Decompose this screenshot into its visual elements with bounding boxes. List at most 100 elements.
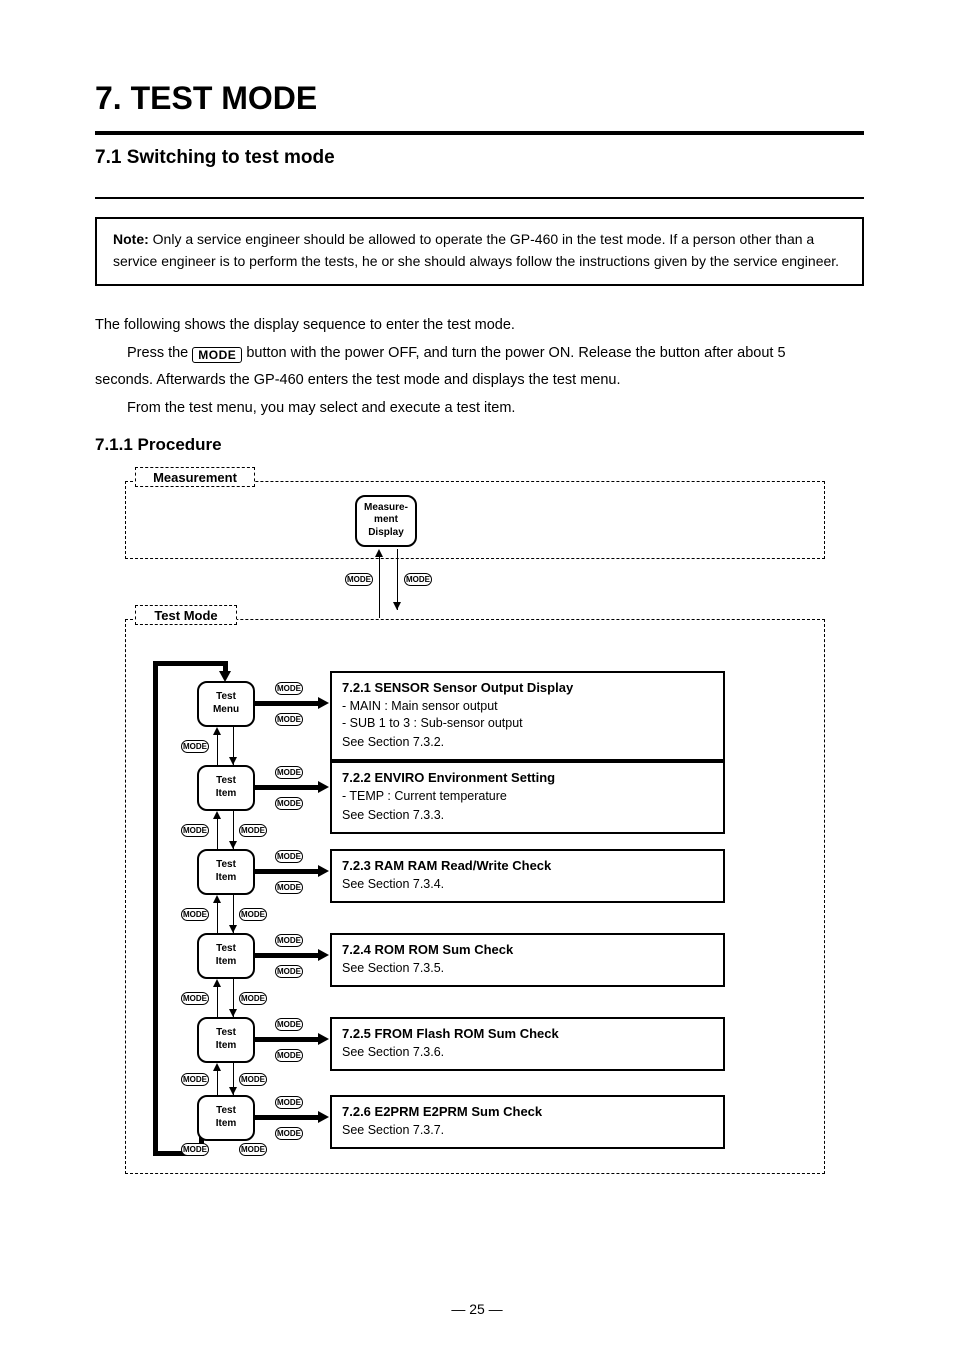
pill-mode: MODE xyxy=(181,908,209,921)
note-label: Note: xyxy=(113,231,149,247)
desc-0-note: See Section 7.3.2. xyxy=(342,734,713,751)
arrow-to-desc-0 xyxy=(255,701,320,706)
pill-mode: MODE xyxy=(275,965,303,978)
arrowhead-right-icon xyxy=(318,865,329,877)
arrowhead-down-icon xyxy=(229,925,237,933)
pill-mode: MODE xyxy=(404,573,432,586)
disp-4-l0: Test xyxy=(216,1027,236,1040)
disp-3-l1: Item xyxy=(216,956,237,969)
arrowhead-right-icon xyxy=(318,1033,329,1045)
arrowhead-up-icon xyxy=(213,979,221,987)
pill-mode: MODE xyxy=(275,881,303,894)
disp-1-l0: Test xyxy=(216,775,236,788)
desc-3: 7.2.4 ROM ROM Sum Check See Section 7.3.… xyxy=(330,933,725,987)
arrowhead-up-icon xyxy=(213,895,221,903)
disp-item-0: Test Menu xyxy=(197,681,255,727)
arrowhead-up-icon xyxy=(213,727,221,735)
arrow-to-desc-5 xyxy=(255,1115,320,1120)
pill-mode: MODE xyxy=(181,992,209,1005)
disp-4-l1: Item xyxy=(216,1040,237,1053)
arrowhead-up-icon xyxy=(213,811,221,819)
disp-meas-2: Display xyxy=(368,527,404,540)
desc-3-note: See Section 7.3.5. xyxy=(342,960,713,977)
arrow-to-desc-3 xyxy=(255,953,320,958)
desc-1-note: See Section 7.3.3. xyxy=(342,807,713,824)
arrowhead-down-icon xyxy=(393,602,401,610)
pill-mode: MODE xyxy=(275,934,303,947)
tab-measurement: Measurement xyxy=(135,467,255,487)
disp-1-l1: Item xyxy=(216,788,237,801)
group-measurement xyxy=(125,481,825,559)
mode-button-icon: MODE xyxy=(192,347,242,363)
arrow-meas-to-test-down xyxy=(397,549,398,610)
arrowhead-down-icon xyxy=(219,671,231,682)
pill-mode: MODE xyxy=(275,713,303,726)
intro-line-1: The following shows the display sequence… xyxy=(95,312,864,340)
intro-2a: Press the xyxy=(127,345,192,361)
arrowhead-up-icon xyxy=(213,1063,221,1071)
disp-0-l1: Menu xyxy=(213,704,239,717)
diagram: Measurement Measure- ment Display MODE M… xyxy=(95,463,830,1183)
arrow-to-desc-2 xyxy=(255,869,320,874)
tab-test: Test Mode xyxy=(135,605,237,625)
desc-1: 7.2.2 ENVIRO Environment Setting - TEMP … xyxy=(330,761,725,834)
pill-mode: MODE xyxy=(345,573,373,586)
pill-mode: MODE xyxy=(181,1073,209,1086)
rule-thick xyxy=(95,131,864,135)
note-body: Only a service engineer should be allowe… xyxy=(113,231,839,269)
desc-4-note: See Section 7.3.6. xyxy=(342,1044,713,1061)
pill-mode: MODE xyxy=(275,766,303,779)
desc-0: 7.2.1 SENSOR Sensor Output Display - MAI… xyxy=(330,671,725,761)
disp-item-1: Test Item xyxy=(197,765,255,811)
pill-mode: MODE xyxy=(275,797,303,810)
pill-mode: MODE xyxy=(275,1049,303,1062)
desc-2-title: 7.2.3 RAM RAM Read/Write Check xyxy=(342,857,713,875)
arrow-to-desc-4 xyxy=(255,1037,320,1042)
arrow-to-desc-1 xyxy=(255,785,320,790)
disp-measurement: Measure- ment Display xyxy=(355,495,417,547)
pill-mode: MODE xyxy=(239,992,267,1005)
desc-5-title: 7.2.6 E2PRM E2PRM Sum Check xyxy=(342,1103,713,1121)
diagram-caption: 7.1.1 Procedure xyxy=(95,435,864,455)
arrowhead-down-icon xyxy=(229,1087,237,1095)
pill-mode: MODE xyxy=(181,824,209,837)
desc-0-row0: - MAIN : Main sensor output xyxy=(342,698,713,715)
note-box: Note: Only a service engineer should be … xyxy=(95,217,864,286)
pill-mode: MODE xyxy=(181,740,209,753)
disp-meas-0: Measure- xyxy=(364,502,408,515)
pill-mode: MODE xyxy=(239,824,267,837)
desc-4: 7.2.5 FROM Flash ROM Sum Check See Secti… xyxy=(330,1017,725,1071)
disp-item-5: Test Item xyxy=(197,1095,255,1141)
rule-thin xyxy=(95,197,864,199)
arrowhead-down-icon xyxy=(229,1009,237,1017)
desc-3-title: 7.2.4 ROM ROM Sum Check xyxy=(342,941,713,959)
intro-2c: button with the power OFF, and turn the … xyxy=(246,345,785,361)
pill-mode: MODE xyxy=(275,1127,303,1140)
intro-line-4: From the test menu, you may select and e… xyxy=(95,395,864,423)
desc-1-title: 7.2.2 ENVIRO Environment Setting xyxy=(342,769,713,787)
arrow-test-to-meas-up xyxy=(379,557,380,618)
pill-mode: MODE xyxy=(275,850,303,863)
intro-text: The following shows the display sequence… xyxy=(95,312,864,422)
page-number: — 25 — xyxy=(0,1301,954,1317)
pill-mode: MODE xyxy=(239,1143,267,1156)
desc-5-note: See Section 7.3.7. xyxy=(342,1122,713,1139)
disp-item-2: Test Item xyxy=(197,849,255,895)
arrowhead-down-icon xyxy=(229,757,237,765)
pill-mode: MODE xyxy=(275,682,303,695)
disp-item-3: Test Item xyxy=(197,933,255,979)
pill-mode: MODE xyxy=(275,1096,303,1109)
pill-mode: MODE xyxy=(239,908,267,921)
desc-0-title: 7.2.1 SENSOR Sensor Output Display xyxy=(342,679,713,697)
disp-item-4: Test Item xyxy=(197,1017,255,1063)
desc-0-row1: - SUB 1 to 3 : Sub-sensor output xyxy=(342,715,713,732)
pill-mode: MODE xyxy=(239,1073,267,1086)
disp-2-l0: Test xyxy=(216,859,236,872)
arrowhead-right-icon xyxy=(318,1111,329,1123)
pill-mode: MODE xyxy=(181,1143,209,1156)
page-title: 7. TEST MODE xyxy=(95,80,864,117)
disp-5-l0: Test xyxy=(216,1105,236,1118)
desc-2-note: See Section 7.3.4. xyxy=(342,876,713,893)
disp-meas-1: ment xyxy=(374,514,398,527)
arrowhead-down-icon xyxy=(229,841,237,849)
